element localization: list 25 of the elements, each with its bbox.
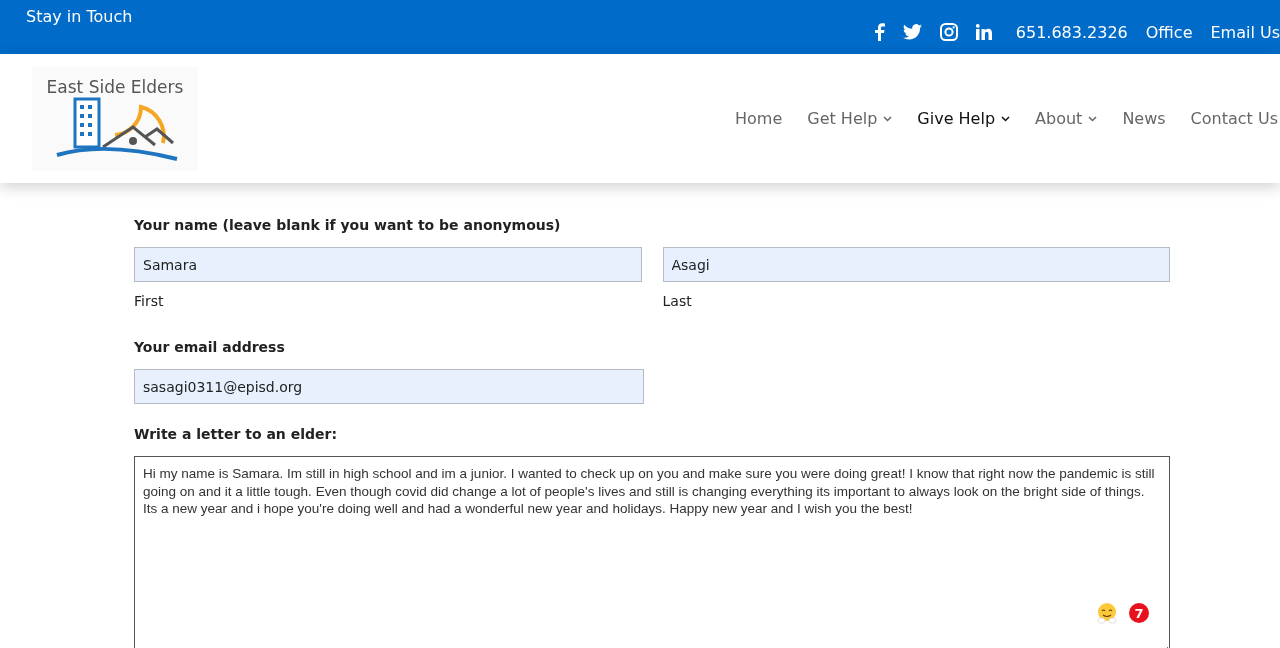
field-sublabel: Last [662,293,693,309]
last-name-field[interactable]: Asagi [662,247,1170,282]
nav-item[interactable]: Contact Us [1190,109,1278,128]
field-sublabel: First [134,293,165,309]
nav-item[interactable]: Home [735,109,783,128]
nav-item[interactable]: Get Help [807,109,893,128]
nav-item[interactable]: Give Help [917,109,1011,128]
top-link[interactable]: Office [1145,22,1193,42]
linkedin-icon[interactable] [975,24,992,40]
first-name-field[interactable]: Samara [134,247,642,282]
facebook-icon[interactable] [872,23,885,41]
field-label: Your name (leave blank if you want to be anonymous) [134,217,562,233]
twitter-icon[interactable] [902,24,922,40]
nav-item[interactable]: About [1035,109,1098,128]
field-label: Write a letter to an elder: [134,426,339,442]
top-link[interactable]: Email Us [1210,22,1280,42]
logo-text: East Side Elders [46,76,184,97]
nav-item[interactable]: News [1122,109,1166,128]
phone-link[interactable]: 651.683.2326 [1015,22,1128,42]
logo[interactable]: East Side Elders [32,66,198,171]
field-label: Your email address [134,339,286,355]
email-field[interactable]: sasagi0311@episd.org [134,369,644,404]
tagline: Stay in Touch [26,7,133,27]
instagram-icon[interactable] [939,23,958,41]
hugging-face-icon [1096,602,1118,624]
